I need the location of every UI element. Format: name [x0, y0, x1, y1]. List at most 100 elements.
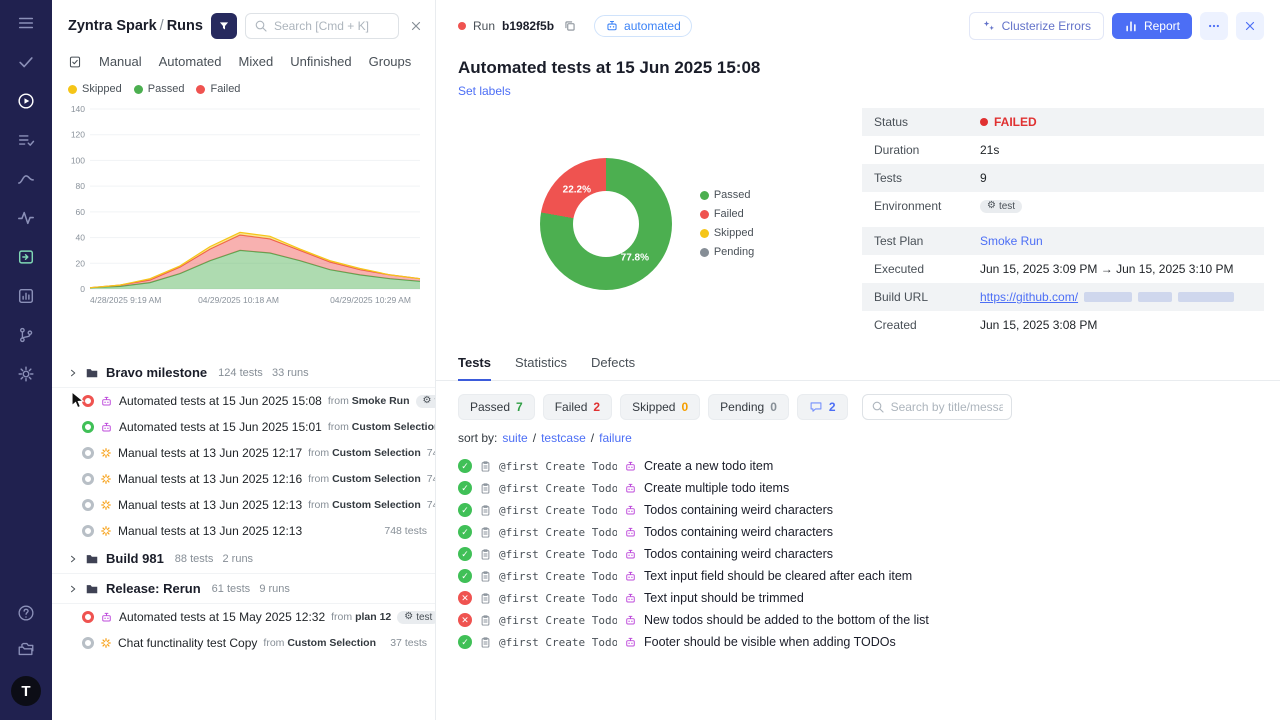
- run-row[interactable]: Chat functinality test Copyfrom Custom S…: [52, 630, 435, 656]
- sidebar-top: [17, 14, 35, 383]
- test-row[interactable]: ✕@first Create Todos…New todos should be…: [458, 609, 1258, 631]
- clusterize-errors-button[interactable]: Clusterize Errors: [969, 12, 1104, 40]
- test-plan-link[interactable]: Smoke Run: [980, 234, 1043, 248]
- run-from: from Smoke Run: [328, 395, 410, 407]
- runs-trend-chart: 0204060801001201404/28/2025 9:19 AM04/29…: [60, 99, 428, 311]
- left-tab-automated[interactable]: Automated: [159, 54, 222, 69]
- run-status-dot: [458, 22, 466, 30]
- report-button[interactable]: Report: [1112, 13, 1192, 39]
- test-row[interactable]: ✓@first Create Todos…Todos containing we…: [458, 521, 1258, 543]
- robot-icon: [624, 548, 637, 561]
- automated-badge[interactable]: automated: [594, 15, 692, 37]
- left-tab-manual[interactable]: Manual: [99, 54, 142, 69]
- redacted-text: [1138, 292, 1172, 302]
- left-tab-unfinished[interactable]: Unfinished: [290, 54, 351, 69]
- test-row[interactable]: ✓@first Create Todos…Todos containing we…: [458, 499, 1258, 521]
- sort-by-suite[interactable]: suite: [502, 431, 527, 445]
- import-icon[interactable]: [17, 248, 35, 266]
- run-row[interactable]: Automated tests at 15 May 2025 12:32from…: [52, 604, 435, 630]
- trend-icon[interactable]: [17, 170, 35, 188]
- test-suite: @first Create Todos…: [499, 614, 617, 627]
- chevron-right-icon[interactable]: [68, 368, 78, 378]
- donut-legend-skipped: Skipped: [700, 227, 754, 239]
- manual-icon: [100, 447, 112, 459]
- set-labels-link[interactable]: Set labels: [458, 84, 511, 98]
- svg-text:100: 100: [71, 155, 85, 165]
- filter-chip-failed[interactable]: Failed2: [543, 394, 612, 420]
- list-check-icon[interactable]: [17, 131, 35, 149]
- bar-chart-icon: [1124, 19, 1138, 33]
- sort-by-testcase[interactable]: testcase: [541, 431, 586, 445]
- sort-by-failure[interactable]: failure: [599, 431, 632, 445]
- chevron-right-icon[interactable]: [68, 584, 78, 594]
- filter-chip-skipped[interactable]: Skipped0: [620, 394, 700, 420]
- folder-row[interactable]: Release: Rerun61 tests 9 runs: [52, 574, 435, 604]
- copy-run-id-button[interactable]: [561, 17, 579, 35]
- donut-legend-failed: Failed: [700, 208, 754, 220]
- branch-icon[interactable]: [17, 326, 35, 344]
- test-list: ✓@first Create Todos…Create a new todo i…: [436, 455, 1280, 653]
- filter-chip-passed[interactable]: Passed7: [458, 394, 535, 420]
- test-search-input[interactable]: [891, 400, 1003, 414]
- run-row[interactable]: Automated tests at 15 Jun 2025 15:01from…: [52, 414, 435, 440]
- test-title: Todos containing weird characters: [644, 503, 833, 517]
- left-tab-mixed[interactable]: Mixed: [239, 54, 274, 69]
- testcase-icon: [479, 592, 492, 605]
- test-suite: @first Create Todos…: [499, 548, 617, 561]
- run-row-title: Automated tests at 15 May 2025 12:32: [119, 610, 325, 624]
- test-row[interactable]: ✓@first Create Todos…Footer should be vi…: [458, 631, 1258, 653]
- activity-icon[interactable]: [17, 209, 35, 227]
- test-row[interactable]: ✓@first Create Todos…Text input field sh…: [458, 565, 1258, 587]
- run-from: from Custom Selection: [308, 447, 421, 459]
- runs-search[interactable]: [245, 13, 399, 39]
- batch-select-icon[interactable]: [68, 55, 82, 69]
- run-status-icon: [82, 395, 94, 407]
- gear-icon: ⚙: [423, 396, 432, 406]
- donut-legend-pending: Pending: [700, 246, 754, 258]
- run-row[interactable]: Manual tests at 13 Jun 2025 12:13748 tes…: [52, 518, 435, 544]
- run-row-title: Manual tests at 13 Jun 2025 12:13: [118, 498, 302, 512]
- check-icon[interactable]: [17, 53, 35, 71]
- gear-icon[interactable]: [17, 365, 35, 383]
- filter-button[interactable]: [211, 13, 237, 39]
- test-filter-row: Passed7 Failed2 Skipped0 Pending0 2: [436, 381, 1280, 429]
- test-search[interactable]: [862, 394, 1012, 420]
- app-logo[interactable]: T: [11, 676, 41, 706]
- collapse-panel-button[interactable]: [407, 17, 425, 35]
- folder-row[interactable]: Bravo milestone124 tests 33 runs: [52, 358, 435, 388]
- test-row[interactable]: ✕@first Create Todos…Text input should b…: [458, 587, 1258, 609]
- project-name[interactable]: Zyntra Spark: [68, 18, 157, 34]
- test-title: Todos containing weird characters: [644, 525, 833, 539]
- run-row[interactable]: Manual tests at 13 Jun 2025 12:13from Cu…: [52, 492, 435, 518]
- folder-row[interactable]: Build 98188 tests 2 runs: [52, 544, 435, 574]
- tab-defects[interactable]: Defects: [591, 355, 635, 380]
- breadcrumb-separator: /: [160, 18, 164, 34]
- filter-chip-comments[interactable]: 2: [797, 394, 848, 420]
- folder-meta: 124 tests 33 runs: [218, 367, 309, 379]
- run-row[interactable]: Manual tests at 13 Jun 2025 12:16from Cu…: [52, 466, 435, 492]
- play-icon[interactable]: [17, 92, 35, 110]
- test-row[interactable]: ✓@first Create Todos…Create a new todo i…: [458, 455, 1258, 477]
- detail-row-executed: ExecutedJun 15, 2025 3:09 PM → Jun 15, 2…: [862, 255, 1264, 283]
- redacted-text: [1178, 292, 1234, 302]
- legend-passed: Passed: [134, 83, 185, 95]
- donut-legend-passed: Passed: [700, 189, 754, 201]
- legend-failed: Failed: [196, 83, 240, 95]
- test-row[interactable]: ✓@first Create Todos…Todos containing we…: [458, 543, 1258, 565]
- more-options-button[interactable]: [1200, 12, 1228, 40]
- folders-icon[interactable]: [17, 640, 35, 658]
- filter-chip-pending[interactable]: Pending0: [708, 394, 789, 420]
- help-icon[interactable]: [17, 604, 35, 622]
- chevron-right-icon[interactable]: [68, 554, 78, 564]
- build-url-link[interactable]: https://github.com/: [980, 290, 1078, 304]
- runs-search-input[interactable]: [274, 19, 390, 33]
- left-tab-groups[interactable]: Groups: [369, 54, 412, 69]
- menu-icon[interactable]: [17, 14, 35, 32]
- run-row[interactable]: Automated tests at 15 Jun 2025 15:08from…: [52, 388, 435, 414]
- chart-icon[interactable]: [17, 287, 35, 305]
- close-run-button[interactable]: [1236, 12, 1264, 40]
- tab-tests[interactable]: Tests: [458, 355, 491, 381]
- test-row[interactable]: ✓@first Create Todos…Create multiple tod…: [458, 477, 1258, 499]
- tab-statistics[interactable]: Statistics: [515, 355, 567, 380]
- run-row[interactable]: Manual tests at 13 Jun 2025 12:17from Cu…: [52, 440, 435, 466]
